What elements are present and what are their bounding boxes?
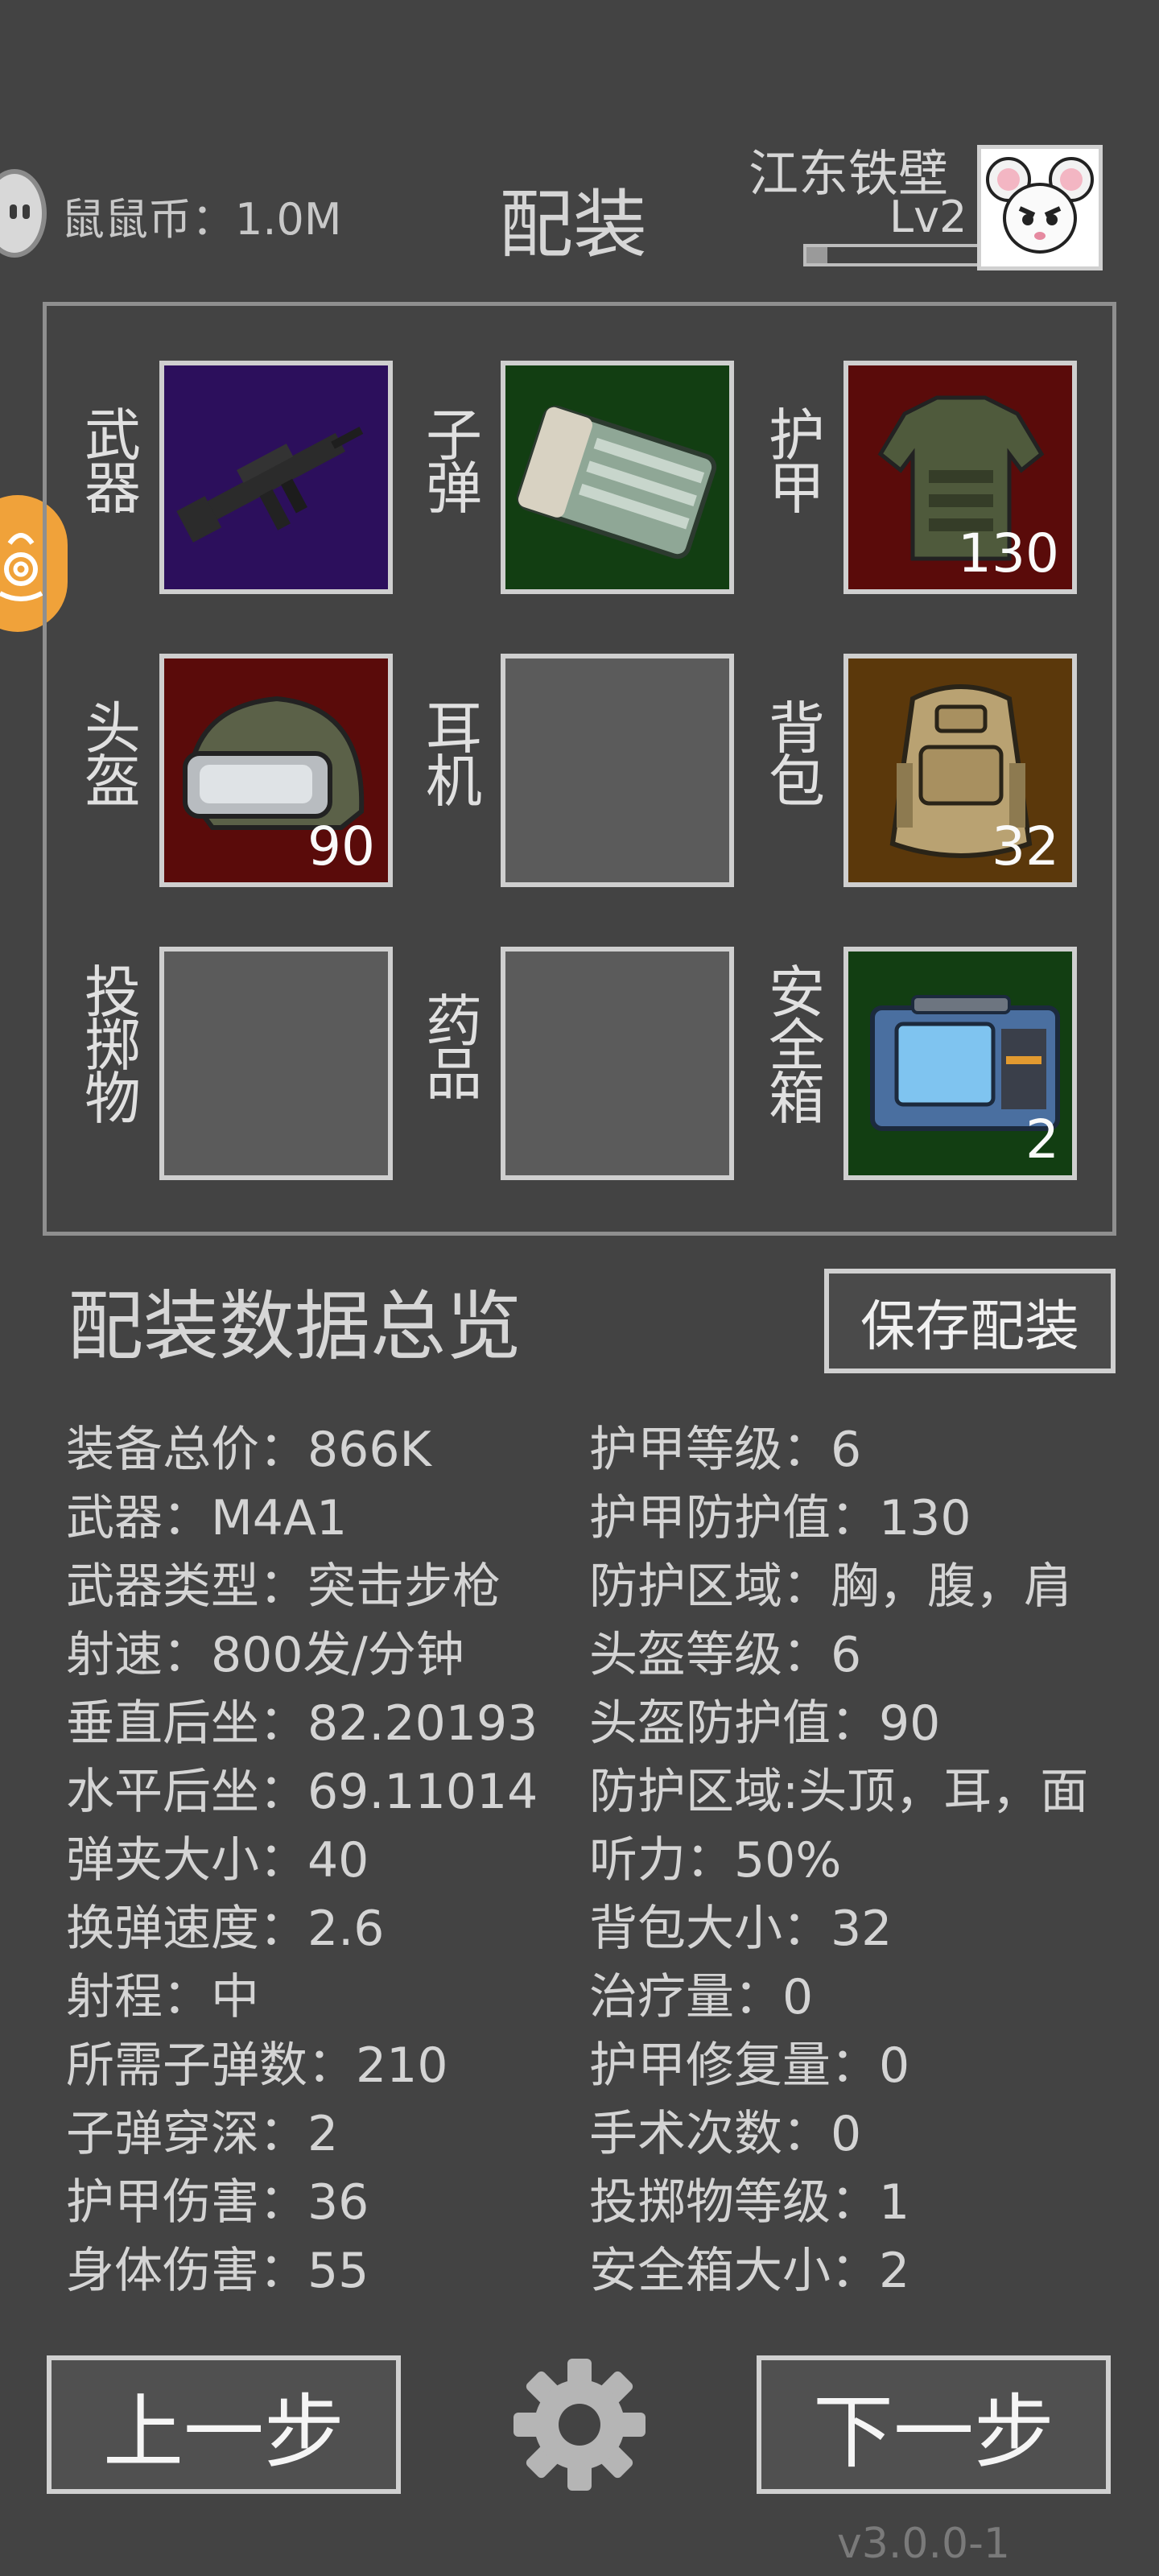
stat-right-10: 手术次数：0 <box>589 2106 862 2162</box>
rifle-icon <box>176 427 364 543</box>
slot-label-medicine: 药品 <box>426 989 482 1108</box>
backpack-size: 32 <box>992 815 1059 877</box>
headset-slot[interactable] <box>501 654 734 887</box>
version-label: v3.0.0-1 <box>837 2520 1010 2568</box>
stat-left-5: 水平后坐：69.11014 <box>66 1764 538 1820</box>
stat-right-9: 护甲修复量：0 <box>589 2037 910 2094</box>
avatar[interactable] <box>977 145 1103 270</box>
stat-right-1: 护甲防护值：130 <box>589 1490 971 1546</box>
medicine-slot[interactable] <box>501 947 734 1180</box>
stat-right-0: 护甲等级：6 <box>589 1422 862 1478</box>
stat-left-4: 垂直后坐：82.20193 <box>66 1695 538 1752</box>
ammo-box-icon <box>517 405 717 559</box>
stat-left-2: 武器类型：突击步枪 <box>66 1558 501 1615</box>
weapon-slot[interactable] <box>159 361 393 594</box>
armor-durability: 130 <box>958 522 1059 584</box>
summary-title: 配装数据总览 <box>68 1283 522 1371</box>
ammo-slot[interactable] <box>501 361 734 594</box>
stat-left-1: 武器：M4A1 <box>66 1490 348 1546</box>
xp-progress-fill <box>806 247 827 263</box>
stat-left-9: 所需子弹数：210 <box>66 2037 448 2094</box>
page-title: 配装 <box>499 182 648 268</box>
slot-label-throwable: 投掷物 <box>85 960 141 1132</box>
prev-step-button[interactable]: 上一步 <box>47 2355 401 2494</box>
slot-label-armor: 护甲 <box>769 402 825 522</box>
armor-slot[interactable]: 130 <box>843 361 1077 594</box>
stat-left-11: 护甲伤害：36 <box>66 2174 369 2231</box>
throwable-slot[interactable] <box>159 947 393 1180</box>
stat-right-3: 头盔等级：6 <box>589 1627 862 1683</box>
slot-label-secure-case: 安全箱 <box>769 960 825 1132</box>
slot-label-headset: 耳机 <box>426 696 482 815</box>
next-step-button[interactable]: 下一步 <box>757 2355 1111 2494</box>
stat-right-2: 防护区域：胸，腹，肩 <box>589 1558 1072 1615</box>
coin-balance: 鼠鼠币：1.0M <box>61 194 342 245</box>
stat-right-4: 头盔防护值：90 <box>589 1695 941 1752</box>
stat-right-5: 防护区域:头顶，耳，面 <box>589 1764 1089 1820</box>
stat-right-7: 背包大小：32 <box>589 1901 893 1957</box>
secure-case-slot[interactable]: 2 <box>843 947 1077 1180</box>
slot-label-ammo: 子弹 <box>426 402 482 522</box>
stat-left-3: 射速：800发/分钟 <box>66 1627 464 1683</box>
save-loadout-button[interactable]: 保存配装 <box>824 1269 1116 1373</box>
secure-case-size: 2 <box>1025 1108 1059 1170</box>
stat-left-10: 子弹穿深：2 <box>66 2106 339 2162</box>
stat-left-6: 弹夹大小：40 <box>66 1832 369 1889</box>
slot-label-backpack: 背包 <box>769 696 825 815</box>
stat-left-12: 身体伤害：55 <box>66 2243 369 2299</box>
backpack-slot[interactable]: 32 <box>843 654 1077 887</box>
helmet-durability: 90 <box>307 815 375 877</box>
helmet-slot[interactable]: 90 <box>159 654 393 887</box>
stat-right-8: 治疗量：0 <box>589 1969 814 2025</box>
stat-left-8: 射程：中 <box>66 1969 259 2025</box>
stat-left-0: 装备总价：866K <box>66 1422 431 1478</box>
gear-icon <box>514 2359 645 2491</box>
slot-label-helmet: 头盔 <box>85 696 141 815</box>
slot-label-weapon: 武器 <box>85 402 141 522</box>
stat-right-6: 听力：50% <box>589 1832 842 1889</box>
mouse-avatar-icon <box>986 157 1094 254</box>
xp-progress-bar <box>803 244 982 266</box>
coin-icon <box>0 169 47 258</box>
settings-button[interactable] <box>507 2352 652 2497</box>
player-level: Lv2 <box>889 192 967 242</box>
stat-right-12: 安全箱大小：2 <box>589 2243 910 2299</box>
stat-left-7: 换弹速度：2.6 <box>66 1901 385 1957</box>
stat-right-11: 投掷物等级：1 <box>589 2174 910 2231</box>
